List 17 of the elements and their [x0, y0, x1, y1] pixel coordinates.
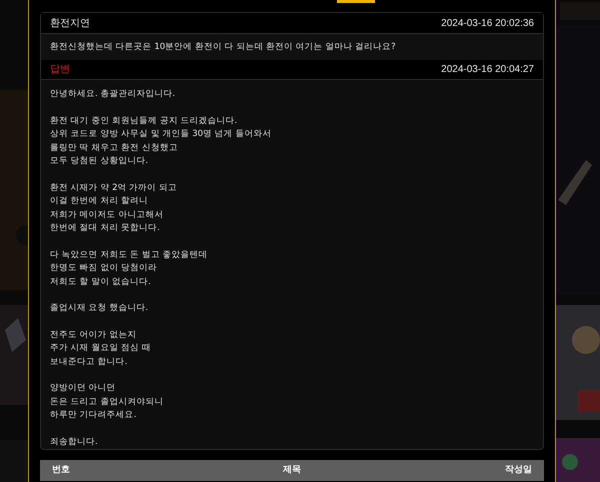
answer-paragraph: 졸업시재 요청 했습니다.	[50, 302, 150, 316]
answer-paragraph: 다 녹았으면 저희도 돈 벌고 좋았을텐데 한명도 빠짐 없이 당첨이라 저희도 할 말이 없습니다.	[50, 248, 209, 289]
tab-indicator	[337, 0, 375, 3]
answer-paragraph: 안녕하세요. 총괄관리자입니다.	[50, 88, 176, 102]
column-header: 제목	[282, 464, 302, 477]
post-title: 환전지연	[50, 16, 90, 31]
post-date: 2024-03-16 20:02:36	[441, 16, 534, 31]
answer-paragraph: 환전 대기 중인 회원님들께 공지 드리겠습니다. 상위 코드로 양방 사무실 및 개인들 30명 넘게 들어와서 롤링만 딱 채우고 환전 신청했고 모두 당첨된 상황입니다.	[50, 114, 272, 168]
answer-date: 2024-03-16 20:04:27	[441, 63, 534, 78]
answer-paragraph: 양방이던 아니던 돈은 드리고 졸업시켜야되니 하루만 기다려주세요.	[50, 382, 164, 422]
column-header: 번호	[51, 464, 71, 477]
answer-paragraph: 환전 시재가 약 2억 가까이 되고 이걸 한번에 처리 할려니 저희가 메이저도 아니고해서 한번에 절대 처리 못합니다.	[50, 182, 178, 236]
answer-label: 답변	[50, 63, 70, 78]
answer-paragraph: 전주도 어이가 없는지 주가 시재 월요일 점심 때 보내준다고 합니다.	[50, 328, 152, 369]
question-text: 환전신청했는데 다른곳은 10분안에 환전이 다 되는데 환전이 여기는 얼마나 걸리나요?	[50, 41, 396, 54]
column-header: 작성일	[504, 464, 533, 477]
answer-paragraph: 죄송합니다.	[50, 436, 99, 449]
